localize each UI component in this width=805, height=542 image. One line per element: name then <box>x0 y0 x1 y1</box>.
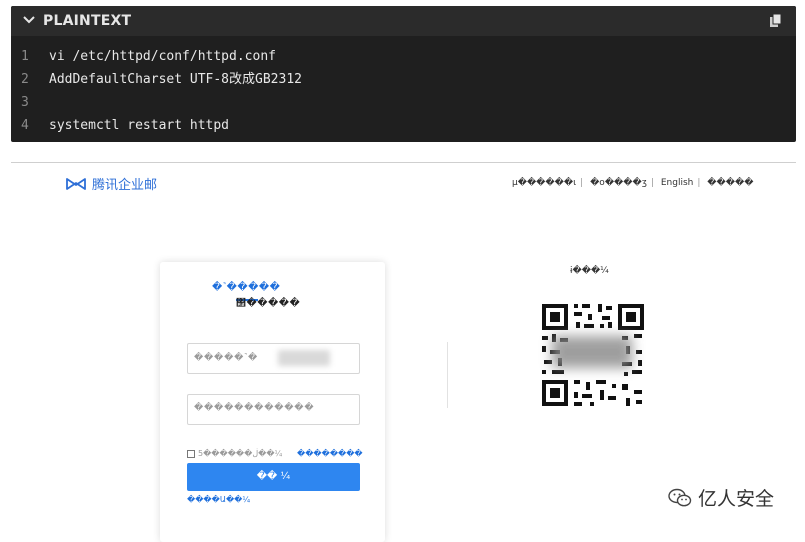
remember-checkbox[interactable] <box>187 449 195 458</box>
copy-icon[interactable] <box>768 13 784 29</box>
code-line: 3 <box>11 91 796 114</box>
nav-link-1[interactable]: μ������ι <box>512 178 576 188</box>
vertical-divider <box>447 342 448 408</box>
tab-account-login[interactable]: �˺����� <box>212 282 280 293</box>
nav-link-4[interactable]: ����� <box>707 178 753 188</box>
password-field[interactable]: ������������ <box>187 394 360 425</box>
remember-label: 5������ڶ��¼ <box>198 449 283 458</box>
account-field[interactable]: �����˺� <box>187 343 360 374</box>
code-line: 2 AddDefaultCharset UTF-8改成GB2312 <box>11 68 796 91</box>
line-number: 1 <box>21 49 29 64</box>
chevron-down-icon <box>23 13 37 29</box>
login-button[interactable]: �� ¼ <box>187 463 360 491</box>
nav-link-2[interactable]: �ο����ʒ <box>590 178 647 188</box>
password-placeholder: ������������ <box>194 403 315 413</box>
code-text: vi /etc/httpd/conf/httpd.conf <box>49 49 276 64</box>
wechat-icon <box>668 488 692 506</box>
line-number: 4 <box>21 118 29 133</box>
remember-me[interactable]: 5������ڶ��¼ <box>187 449 282 458</box>
code-text: AddDefaultCharset UTF-8改成GB2312 <box>49 72 302 87</box>
watermark-text: 亿人安全 <box>698 488 775 510</box>
brand-logo[interactable]: 腾讯企业邮 <box>66 174 157 193</box>
code-block: PLAINTEXT 1 vi /etc/httpd/conf/httpd.con… <box>11 6 796 142</box>
code-line: 1 vi /etc/httpd/conf/httpd.conf <box>11 45 796 68</box>
divider <box>11 162 796 163</box>
watermark: 亿人安全 <box>668 484 774 511</box>
code-body: 1 vi /etc/httpd/conf/httpd.conf 2 AddDef… <box>11 36 796 137</box>
brand-name: 腾讯企业邮 <box>92 178 158 193</box>
code-header: PLAINTEXT <box>11 6 796 36</box>
code-text: systemctl restart httpd <box>49 118 230 133</box>
top-nav: μ������ι | �ο����ʒ | English | ����� <box>512 178 754 188</box>
forgot-password-link[interactable]: �������� <box>297 449 363 458</box>
admin-login-link[interactable]: ����Ա��¼ <box>187 495 250 504</box>
redacted-value <box>278 350 330 366</box>
nav-link-english[interactable]: English <box>661 178 694 188</box>
code-line: 4 systemctl restart httpd <box>11 114 796 137</box>
line-number: 3 <box>21 95 29 110</box>
account-placeholder: �����˺� <box>194 353 258 363</box>
qr-redaction <box>552 336 632 368</box>
qr-title: ɨ���¼ <box>570 266 609 276</box>
language-toggle[interactable]: PLAINTEXT <box>23 13 131 29</box>
tab-wechat-login[interactable]: ΢����� <box>236 298 300 309</box>
login-card: �˺����� ΢����� �����˺� ������������ 5���… <box>160 262 385 542</box>
line-number: 2 <box>21 72 29 87</box>
tencent-mail-logo-icon <box>66 177 86 190</box>
language-label: PLAINTEXT <box>43 13 132 29</box>
